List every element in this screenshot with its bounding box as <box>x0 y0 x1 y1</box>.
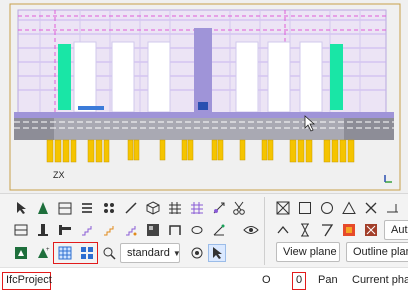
diagonal-icon[interactable] <box>318 221 336 239</box>
green-box-icon[interactable] <box>12 244 30 262</box>
select-solid-icon[interactable] <box>34 199 52 217</box>
measure-icon[interactable] <box>210 199 228 217</box>
zoom-icon[interactable] <box>100 244 118 262</box>
hourglass-icon[interactable] <box>296 221 314 239</box>
grid-icon[interactable] <box>166 199 184 217</box>
chevron-up-icon[interactable] <box>274 221 292 239</box>
wall-x-icon[interactable] <box>362 221 380 239</box>
auto-select-value: Auto <box>391 224 408 236</box>
frame-icon[interactable] <box>166 221 184 239</box>
axis-label: ZX <box>53 170 65 180</box>
view-plane-select[interactable]: View plane▼ <box>276 242 340 262</box>
cross-icon[interactable] <box>362 199 380 217</box>
box-x-icon[interactable] <box>274 199 292 217</box>
line-icon[interactable] <box>122 199 140 217</box>
3d-viewport[interactable]: ZX <box>0 0 408 193</box>
beam-icon[interactable] <box>56 221 74 239</box>
view-plane-value: View plane <box>283 246 337 258</box>
pattern-icon[interactable] <box>188 244 206 262</box>
cube-icon[interactable] <box>144 199 162 217</box>
stair-orange-icon[interactable] <box>100 221 118 239</box>
chevron-down-icon: ▼ <box>173 249 180 258</box>
toolbar-separator <box>264 197 265 265</box>
building-model-render <box>0 0 408 193</box>
circle-icon[interactable] <box>318 199 336 217</box>
tag-icon[interactable]: + <box>34 244 52 262</box>
layers-icon[interactable] <box>78 199 96 217</box>
select-arrow-icon[interactable] <box>12 199 30 217</box>
auto-select[interactable]: Auto <box>384 220 408 240</box>
toolbar-area: Auto + standard▼ View plane▼ Outline pla… <box>0 193 408 268</box>
square-icon[interactable] <box>296 199 314 217</box>
outline-plane-select[interactable]: Outline plane <box>346 242 408 262</box>
count-value: 0 <box>296 268 302 292</box>
display-mode-select[interactable]: standard▼ <box>120 243 180 263</box>
fill-square-icon[interactable] <box>340 221 358 239</box>
svg-text:+: + <box>46 247 50 253</box>
phase-label[interactable]: Current phase <box>352 268 408 292</box>
triangle-icon[interactable] <box>340 199 358 217</box>
shape-icon[interactable] <box>188 221 206 239</box>
mode-letter: O <box>262 268 271 292</box>
stair-alt-icon[interactable] <box>122 221 140 239</box>
display-tiles-icon[interactable] <box>78 244 96 262</box>
action-label: Pan <box>318 268 338 292</box>
eye-icon[interactable] <box>242 221 260 239</box>
split-icon[interactable] <box>12 221 30 239</box>
outline-plane-value: Outline plane <box>353 246 408 258</box>
column-icon[interactable] <box>34 221 52 239</box>
select-wall-icon[interactable] <box>56 199 74 217</box>
panel-icon[interactable] <box>144 221 162 239</box>
points-icon[interactable] <box>100 199 118 217</box>
grid-purple-icon[interactable] <box>188 199 206 217</box>
project-label[interactable]: IfcProject <box>6 268 52 292</box>
angle-icon[interactable] <box>210 221 228 239</box>
stair-icon[interactable] <box>78 221 96 239</box>
status-bar: IfcProject O 0 Pan Current phase <box>0 267 408 293</box>
scissors-icon[interactable] <box>230 199 248 217</box>
display-grid-icon[interactable] <box>56 244 74 262</box>
display-mode-value: standard <box>127 247 170 259</box>
pointer-mode-icon[interactable] <box>208 244 226 262</box>
corner-icon[interactable] <box>384 199 402 217</box>
